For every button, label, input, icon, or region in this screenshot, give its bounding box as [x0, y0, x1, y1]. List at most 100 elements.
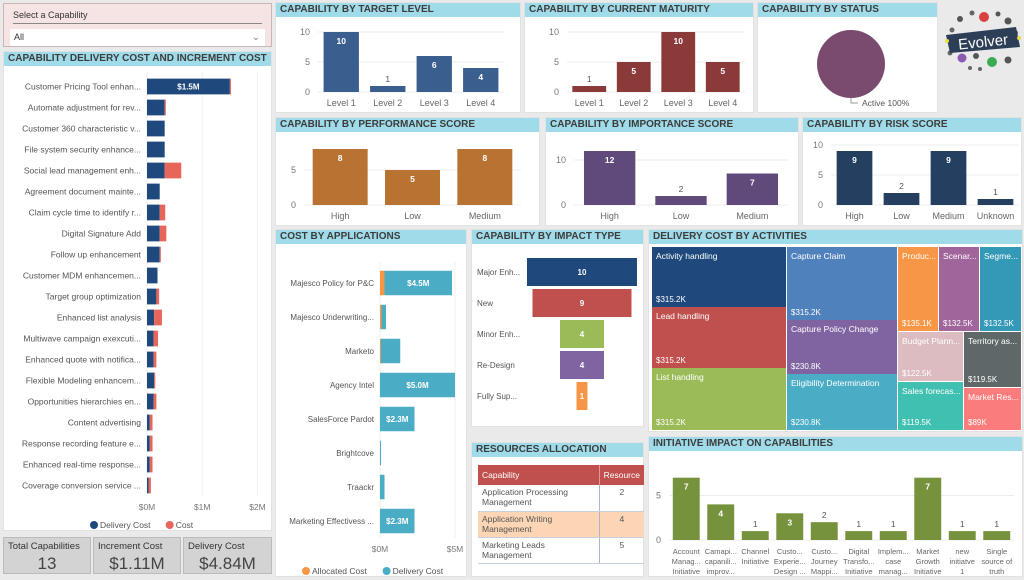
bar-segment — [149, 414, 153, 431]
treemap-tile[interactable]: Lead handling $315.2K — [652, 307, 786, 368]
data-label: 9 — [946, 155, 951, 165]
x-tick-label: Medium — [469, 211, 501, 221]
treemap-tile[interactable]: Territory as... $119.5K — [964, 332, 1021, 387]
chart-cost-by-apps: $0M $5M Majesco Policy for P&C $4.5M Majesco… — [289, 262, 463, 576]
category-label: Coverage conversion service ... — [22, 481, 141, 491]
x-tick-label: Custo... — [811, 547, 837, 556]
x-tick-label: initiatve — [950, 557, 975, 566]
treemap-tile[interactable]: Eligibility Determination $230.8K — [787, 374, 897, 430]
category-label: Target group optimization — [46, 292, 142, 302]
bar-segment — [381, 304, 386, 330]
tile-value: $315.2K — [656, 295, 686, 304]
tile-value: $119.5K — [902, 418, 932, 427]
tile-value: $135.1K — [902, 319, 932, 328]
category-label: Flexible Modeling enhancem... — [26, 376, 141, 386]
panel-current-maturity: CAPABILITY BY CURRENT MATURITY 0 5 10 1 Leve… — [524, 2, 754, 113]
data-label: 1 — [580, 392, 585, 401]
x-tick-label: Level 4 — [708, 98, 737, 108]
treemap-tile[interactable]: Capture Claim $315.2K — [787, 247, 897, 320]
data-label: 12 — [605, 155, 615, 165]
data-label: 5 — [720, 66, 725, 76]
x-tick-label: truth — [989, 567, 1004, 576]
capability-dropdown[interactable]: All ⌄ — [10, 29, 265, 46]
bar-segment — [153, 351, 157, 368]
data-label: 3 — [787, 517, 792, 527]
x-tick-label: case — [885, 557, 901, 566]
bar-segment — [147, 351, 154, 368]
bar-segment — [380, 304, 382, 330]
data-label: 1 — [587, 74, 592, 84]
bar-segment — [147, 162, 165, 179]
bar — [883, 193, 920, 205]
y-tick-label: 0 — [818, 200, 823, 210]
treemap-tile[interactable]: Market Res... $89K — [964, 388, 1021, 430]
kpi-total-capabilities: Total Capabilities 13 — [3, 537, 91, 574]
bar-segment — [147, 204, 160, 221]
table-row[interactable]: Application Processing Management 2 — [478, 485, 644, 512]
cell-resource: 5 — [598, 537, 644, 564]
kpi-label: Delivery Cost — [188, 541, 245, 552]
x-tick-label: Initiative — [672, 567, 700, 576]
tile-value: $132.5K — [984, 319, 1014, 328]
panel-title: CAPABILITY BY IMPACT TYPE — [472, 230, 643, 244]
treemap-tile[interactable]: Segme... $132.5K — [980, 247, 1021, 331]
category-label: Enhanced list analysis — [57, 313, 141, 323]
treemap-tile[interactable]: Capture Policy Change $230.8K — [787, 320, 897, 374]
panel-title: DELIVERY COST BY ACTIVITIES — [649, 230, 1022, 244]
column-header[interactable]: Resource — [598, 465, 644, 485]
x-tick-label: Growth — [916, 557, 940, 566]
bar — [977, 199, 1014, 205]
cell-resource: 4 — [598, 511, 644, 538]
bar-segment — [153, 393, 157, 410]
data-label: 10 — [674, 36, 684, 46]
x-tick-label: Low — [404, 211, 421, 221]
bar-segment — [147, 309, 155, 326]
treemap-tile[interactable]: Sales forecas... $119.5K — [898, 382, 963, 430]
legend-marker — [382, 567, 391, 575]
x-tick-label: High — [600, 211, 619, 221]
category-label: Customer 360 characteristic v... — [22, 124, 141, 134]
category-label: Multiwave campaign exexcuti... — [23, 334, 141, 344]
data-label: 6 — [432, 60, 437, 70]
bar-segment — [154, 372, 156, 389]
tile-label: Capture Claim — [791, 251, 846, 261]
data-label: 2 — [679, 184, 684, 194]
treemap-tile[interactable]: Budget Plann... $122.5K — [898, 332, 963, 381]
x-tick-label: Low — [673, 211, 690, 221]
panel-title: CAPABILITY BY IMPORTANCE SCORE — [546, 118, 798, 132]
x-tick-label: Level 3 — [420, 98, 449, 108]
bar — [370, 86, 406, 92]
bar-segment — [156, 288, 160, 305]
category-label: File system security enhance... — [24, 145, 141, 155]
table-row[interactable]: Marketing Leads Management 5 — [478, 537, 644, 564]
kpi-value: 13 — [37, 554, 57, 573]
chart-activities-treemap: Activity handling $315.2K Lead handling $31… — [652, 247, 1021, 430]
logo-graphic: Evolver — [945, 10, 1021, 71]
table-row[interactable]: Application Writing Management 4 — [478, 511, 644, 538]
chart-risk: 0 5 10 9 High 2 Low 9 Medium 1 Unknown — [813, 140, 1019, 221]
x-tick-label: $2M — [249, 502, 266, 512]
treemap-tile[interactable]: Scenar... $132.5K — [939, 247, 979, 331]
panel-resources: RESOURCES ALLOCATION Capability Resource… — [471, 442, 644, 577]
treemap-tile[interactable]: List handling $315.2K — [652, 368, 786, 430]
data-label: 1 — [891, 519, 896, 529]
x-tick-label: Manag... — [672, 557, 701, 566]
bar-segment — [147, 183, 160, 200]
treemap-tile[interactable]: Activity handling $315.2K — [652, 247, 786, 307]
table-header-row: Capability Resource — [478, 465, 644, 485]
bar — [948, 531, 976, 540]
panel-impact-type: CAPABILITY BY IMPACT TYPE Major Enh... 10… — [471, 229, 644, 427]
treemap-tile[interactable]: Produc... $135.1K — [898, 247, 938, 331]
tile-value: $119.5K — [968, 375, 998, 384]
bar-segment — [147, 246, 160, 263]
bar-segment — [380, 474, 385, 500]
tile-value: $122.5K — [902, 369, 932, 378]
resources-table: Capability Resource Application Processi… — [478, 465, 644, 564]
bar-segment — [380, 270, 385, 296]
kpi-value: $4.84M — [199, 554, 256, 573]
x-tick-label: High — [845, 211, 864, 221]
x-tick-label: Initiative — [741, 557, 769, 566]
column-header[interactable]: Capability — [478, 465, 600, 485]
y-tick-label: 0 — [561, 200, 566, 210]
bar-segment — [147, 288, 157, 305]
